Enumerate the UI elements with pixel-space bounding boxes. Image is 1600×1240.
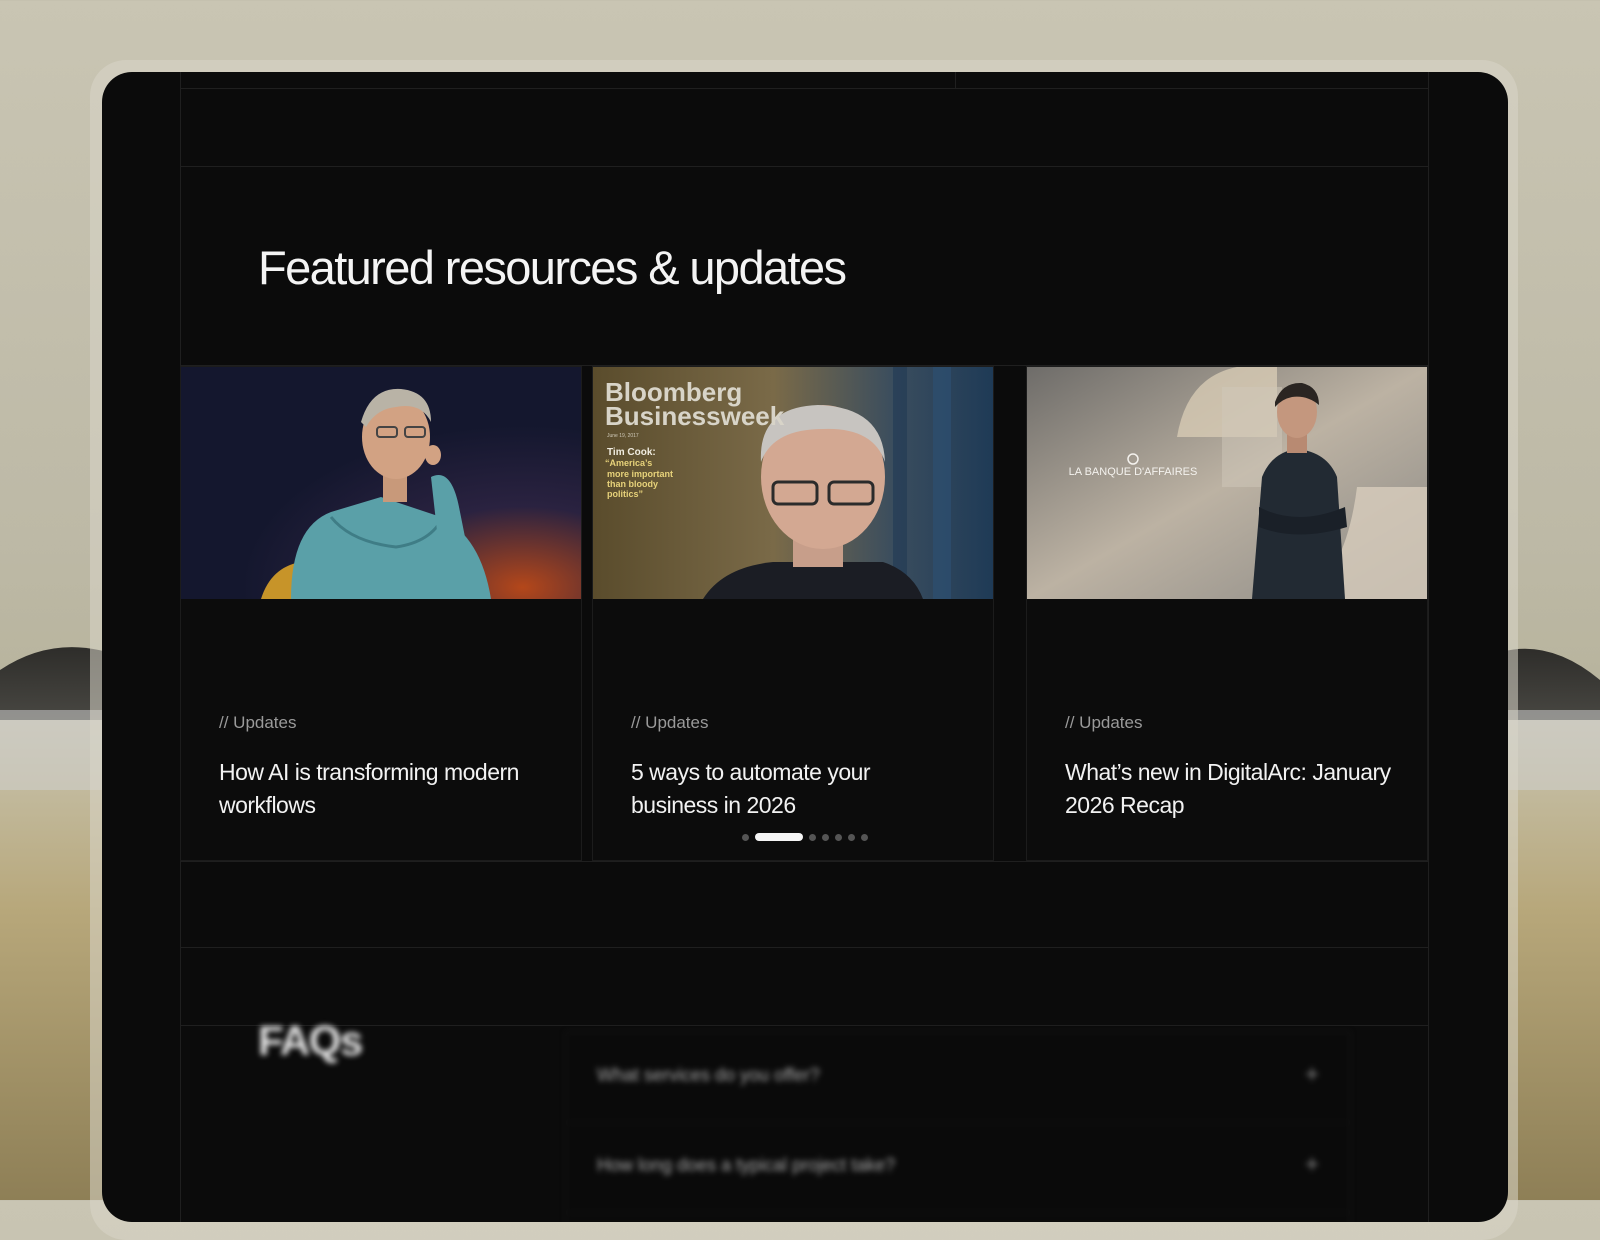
magazine-cover-line: Tim Cook: <box>607 447 656 458</box>
pagination-dot[interactable] <box>822 833 829 841</box>
resource-card[interactable]: Bloomberg Businessweek June 19, 2017 Tim… <box>592 366 994 861</box>
magazine-cover-line: politics” <box>607 489 643 499</box>
faq-question: What services do you offer? <box>597 1065 820 1085</box>
card-title-link[interactable]: What’s new in DigitalArc: January 2026 R… <box>1065 756 1395 822</box>
magazine-cover-line: than bloody <box>607 479 658 489</box>
magazine-date: June 19, 2017 <box>607 433 639 439</box>
grid-line <box>180 861 1428 862</box>
faq-question: How long does a typical project take? <box>597 1155 896 1175</box>
pagination-dot[interactable] <box>809 833 816 841</box>
plus-icon: + <box>1304 1151 1319 1178</box>
faq-title: FAQs <box>258 1017 363 1064</box>
grid-line <box>955 72 956 88</box>
pagination-dot[interactable] <box>848 833 855 841</box>
magazine-cover-line: more important <box>607 469 673 479</box>
plus-icon: + <box>1304 1061 1319 1088</box>
grid-line <box>180 1025 1428 1026</box>
pagination-dot[interactable] <box>861 833 868 841</box>
pagination-dot-active[interactable] <box>755 833 803 841</box>
card-category: // Updates <box>631 713 709 732</box>
resource-card[interactable]: LA BANQUE D'AFFAIRES // Updates What’s n… <box>1026 366 1428 861</box>
card-title-link[interactable]: 5 ways to automate your business in 2026 <box>631 756 961 822</box>
card-category: // Updates <box>1065 713 1143 732</box>
magazine-brand-line2: Businessweek <box>605 401 785 431</box>
grid-line <box>180 947 1428 948</box>
faq-accordion: What services do you offer? + How long d… <box>566 1032 1350 1222</box>
card-category: // Updates <box>219 713 297 732</box>
faq-item[interactable]: What services do you offer? + <box>567 1033 1349 1123</box>
pagination-dot[interactable] <box>835 833 842 841</box>
card-image-magazine-cover: Bloomberg Businessweek June 19, 2017 Tim… <box>593 367 993 599</box>
carousel-pagination <box>102 832 1508 842</box>
card-image-man-thinking <box>181 367 581 599</box>
website-screen: Featured resources & updates // Updates … <box>102 72 1508 1222</box>
pagination-dot[interactable] <box>742 833 749 841</box>
grid-line <box>180 88 1428 89</box>
resource-card[interactable]: // Updates How AI is transforming modern… <box>180 366 582 861</box>
card-title-link[interactable]: How AI is transforming modern workflows <box>219 756 549 822</box>
partner-logo-text: LA BANQUE D'AFFAIRES <box>1069 466 1198 478</box>
magazine-cover-line: “America’s <box>605 458 652 468</box>
section-title: Featured resources & updates <box>258 241 847 294</box>
grid-line <box>180 166 1428 167</box>
card-image-man-arms-crossed: LA BANQUE D'AFFAIRES <box>1027 367 1427 599</box>
grid-line <box>1428 72 1429 1222</box>
